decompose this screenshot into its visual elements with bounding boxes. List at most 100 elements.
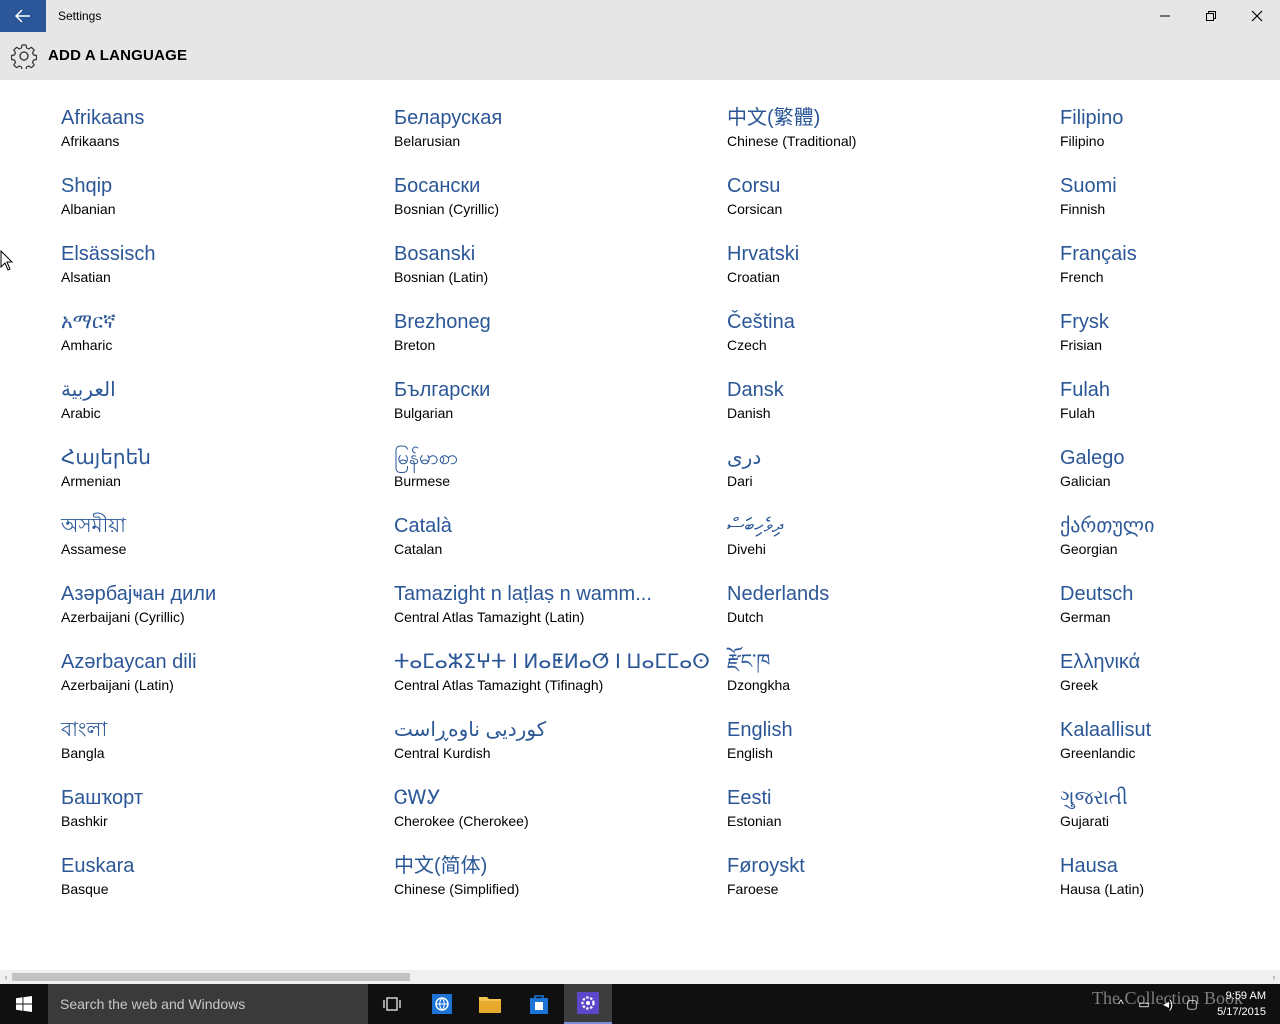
language-native-name: Азәрбајҹан дили (61, 583, 217, 605)
language-item-bulgarian[interactable]: Български Bulgarian (394, 352, 694, 421)
minimize-button[interactable] (1142, 0, 1188, 32)
window-title: Settings (58, 9, 102, 23)
clock-time: 9:59 AM (1225, 990, 1266, 1002)
language-native-name: ქართული (1060, 515, 1155, 537)
language-item-assamese[interactable]: অসমীয়া Assamese (61, 488, 361, 557)
language-native-name: درى (727, 447, 762, 469)
language-item-estonian[interactable]: Eesti Estonian (727, 760, 1027, 829)
language-item-corsican[interactable]: Corsu Corsican (727, 148, 1027, 217)
language-item-galician[interactable]: Galego Galician (1060, 420, 1270, 489)
close-button[interactable] (1234, 0, 1280, 32)
language-item-french[interactable]: Français French (1060, 216, 1270, 285)
language-item-catalan[interactable]: Català Catalan (394, 488, 694, 557)
language-native-name: Tamazight n laṭlaṣ n wamm... (394, 583, 652, 605)
language-item-central-kurdish[interactable]: کوردیی ناوەڕاست Central Kurdish (394, 692, 694, 761)
language-item-tamazight-tifinagh[interactable]: ⵜⴰⵎⴰⵣⵉⵖⵜ ⵏ ⵍⴰⵟⵍⴰⵚ ⵏ ⵡⴰⵎⵎⴰⵙ Central Atlas … (394, 624, 710, 693)
language-item-basque[interactable]: Euskara Basque (61, 828, 361, 897)
gear-icon (11, 44, 37, 69)
edge-browser-button[interactable] (418, 984, 466, 1024)
mouse-cursor-icon (0, 250, 14, 271)
search-input[interactable] (48, 984, 360, 1024)
tray-overflow-icon[interactable]: ^ (1110, 997, 1132, 1011)
language-native-name: Azərbaycan dili (61, 651, 197, 673)
start-button[interactable] (0, 984, 48, 1024)
back-button[interactable] (0, 0, 46, 32)
language-item-english[interactable]: English English (727, 692, 1027, 761)
language-item-czech[interactable]: Čeština Czech (727, 284, 1027, 353)
store-icon (530, 995, 548, 1014)
page-header: ADD A LANGUAGE (0, 32, 1280, 80)
language-native-name: অসমীয়া (61, 515, 126, 537)
language-item-finnish[interactable]: Suomi Finnish (1060, 148, 1270, 217)
language-native-name: Hrvatski (727, 243, 800, 265)
language-item-filipino[interactable]: Filipino Filipino (1060, 80, 1270, 149)
language-item-hausa[interactable]: Hausa Hausa (Latin) (1060, 828, 1270, 897)
restore-button[interactable] (1188, 0, 1234, 32)
language-item-croatian[interactable]: Hrvatski Croatian (727, 216, 1027, 285)
folder-icon (479, 997, 501, 1013)
language-native-name: မြန်မာစာ (394, 447, 459, 469)
store-button[interactable] (515, 984, 563, 1024)
language-item-frisian[interactable]: Frysk Frisian (1060, 284, 1270, 353)
language-native-name: Euskara (61, 855, 135, 877)
language-item-belarusian[interactable]: Беларуская Belarusian (394, 80, 694, 149)
task-view-button[interactable] (368, 984, 416, 1024)
language-item-afrikaans[interactable]: Afrikaans Afrikaans (61, 80, 361, 149)
language-native-name: ᏣᎳᎩ (394, 787, 441, 809)
taskbar-search-box[interactable] (48, 984, 368, 1024)
language-item-bosnian-latin[interactable]: Bosanski Bosnian (Latin) (394, 216, 694, 285)
language-item-bangla[interactable]: বাংলা Bangla (61, 692, 361, 761)
language-item-arabic[interactable]: العربية Arabic (61, 352, 361, 421)
language-item-greek[interactable]: Ελληνικά Greek (1060, 624, 1270, 693)
language-item-alsatian[interactable]: Elsässisch Alsatian (61, 216, 361, 285)
language-native-name: 中文(繁體) (727, 107, 821, 129)
language-native-name: বাংলা (61, 719, 108, 741)
taskbar-clock[interactable]: 9:59 AM 5/17/2015 (1217, 988, 1266, 1020)
language-item-tamazight-latin[interactable]: Tamazight n laṭlaṣ n wamm... Central Atla… (394, 556, 694, 625)
windows-logo-icon (16, 996, 32, 1012)
language-item-dari[interactable]: درى Dari (727, 420, 1027, 489)
action-center-icon[interactable]: ▢ (1180, 997, 1204, 1011)
language-item-bashkir[interactable]: Башҡорт Bashkir (61, 760, 361, 829)
language-item-breton[interactable]: Brezhoneg Breton (394, 284, 694, 353)
language-item-albanian[interactable]: Shqip Albanian (61, 148, 361, 217)
language-item-german[interactable]: Deutsch German (1060, 556, 1270, 625)
network-icon[interactable]: ▭ (1132, 997, 1156, 1011)
language-item-armenian[interactable]: Հայերեն Armenian (61, 420, 361, 489)
language-item-danish[interactable]: Dansk Danish (727, 352, 1027, 421)
language-item-greenlandic[interactable]: Kalaallisut Greenlandic (1060, 692, 1270, 761)
page-title: ADD A LANGUAGE (48, 47, 188, 64)
scroll-right-icon[interactable]: › (1268, 970, 1280, 984)
language-native-name: Башҡорт (61, 787, 143, 809)
language-native-name: Frysk (1060, 311, 1109, 333)
language-item-georgian[interactable]: ქართული Georgian (1060, 488, 1270, 557)
language-native-name: 中文(简体) (394, 855, 488, 877)
scroll-left-icon[interactable]: ‹ (0, 970, 12, 984)
language-item-faroese[interactable]: Føroyskt Faroese (727, 828, 1027, 897)
language-item-chinese-simplified[interactable]: 中文(简体) Chinese (Simplified) (394, 828, 694, 897)
language-item-gujarati[interactable]: ગુજરાતી Gujarati (1060, 760, 1270, 829)
language-item-dutch[interactable]: Nederlands Dutch (727, 556, 1027, 625)
restore-icon (1206, 11, 1216, 21)
language-item-chinese-traditional[interactable]: 中文(繁體) Chinese (Traditional) (727, 80, 1027, 149)
language-native-name: کوردیی ناوەڕاست (394, 719, 547, 741)
file-explorer-button[interactable] (466, 984, 514, 1024)
language-native-name: Suomi (1060, 175, 1117, 197)
language-item-azerbaijani-latin[interactable]: Azərbaycan dili Azerbaijani (Latin) (61, 624, 361, 693)
language-english-name: Hausa (Latin) (1060, 881, 1145, 897)
language-item-fulah[interactable]: Fulah Fulah (1060, 352, 1270, 421)
volume-icon[interactable]: ◂) (1156, 997, 1180, 1011)
settings-app-button[interactable] (564, 984, 612, 1024)
scrollbar-thumb[interactable] (12, 973, 410, 981)
language-item-dzongkha[interactable]: རྫོང་ཁ Dzongkha (727, 624, 1027, 693)
language-native-name: Català (394, 515, 452, 537)
language-native-name: Galego (1060, 447, 1125, 469)
language-item-amharic[interactable]: አማርኛ Amharic (61, 284, 361, 353)
language-native-name: Dansk (727, 379, 784, 401)
language-item-divehi[interactable]: ދިވެހިބަސް Divehi (727, 488, 1027, 557)
language-item-azerbaijani-cyrillic[interactable]: Азәрбајҹан дили Azerbaijani (Cyrillic) (61, 556, 361, 625)
language-item-cherokee[interactable]: ᏣᎳᎩ Cherokee (Cherokee) (394, 760, 694, 829)
horizontal-scrollbar[interactable]: ‹ › (0, 970, 1280, 984)
language-item-burmese[interactable]: မြန်မာစာ Burmese (394, 420, 694, 489)
language-item-bosnian-cyrillic[interactable]: Босански Bosnian (Cyrillic) (394, 148, 694, 217)
